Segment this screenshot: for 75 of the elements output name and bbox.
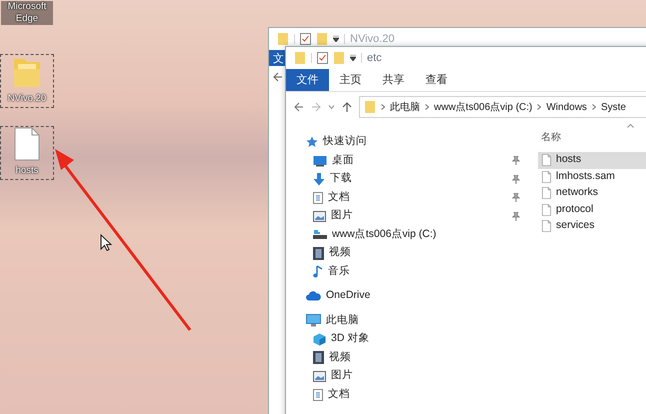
ribbon-tab[interactable]: 共享 (372, 69, 415, 91)
breadcrumb-item[interactable]: Syste (600, 100, 626, 114)
breadcrumb-item[interactable]: 此电脑 (390, 100, 420, 114)
folder-icon (294, 51, 306, 65)
folder-icon (277, 32, 289, 46)
file-row[interactable]: services (538, 218, 646, 234)
nav-item[interactable]: 图片 (331, 368, 353, 384)
file-icon (542, 154, 551, 166)
window-title: etc (367, 50, 382, 66)
picture-icon (313, 210, 326, 222)
film-icon (313, 246, 324, 260)
nav-item[interactable]: 此电脑 (326, 312, 359, 329)
nav-item[interactable]: 文档 (328, 386, 350, 403)
folder-icon (316, 32, 328, 46)
nav-item[interactable]: 3D 对象 (331, 331, 370, 348)
nav-item[interactable]: 图片 (331, 208, 353, 224)
folder-icon (333, 51, 345, 65)
cube-icon (313, 332, 326, 346)
ribbon-tab[interactable]: 文 (269, 50, 285, 66)
chevron-right-icon (381, 104, 385, 110)
nav-item[interactable]: www点ts006点vip (C:) (332, 226, 436, 243)
ribbon-tab[interactable]: 文件 (286, 69, 329, 91)
nav-item[interactable]: 文档 (328, 190, 350, 206)
file-icon (542, 170, 551, 183)
down-arrow-icon (313, 172, 325, 186)
back-arrow-icon[interactable] (273, 72, 283, 82)
checklist-icon[interactable] (300, 33, 311, 45)
back-arrow-icon[interactable] (294, 102, 304, 112)
document-icon (313, 388, 323, 401)
pin-icon[interactable] (512, 212, 520, 221)
pin-icon[interactable] (512, 193, 520, 202)
computer-icon (306, 314, 321, 328)
chevron-right-icon (537, 104, 542, 110)
nav-item[interactable]: 下载 (330, 171, 352, 188)
document-icon (313, 192, 323, 204)
picture-icon (313, 370, 326, 382)
pin-icon[interactable] (512, 174, 520, 184)
nav-item[interactable]: 视频 (329, 245, 351, 262)
nav-item[interactable]: OneDrive (326, 288, 370, 304)
ribbon-tab[interactable]: 主页 (329, 69, 372, 91)
nav-item[interactable]: 视频 (329, 350, 351, 366)
breadcrumb-item[interactable]: www点ts006点vip (C:) (434, 100, 532, 114)
checklist-icon[interactable] (317, 52, 328, 64)
file-icon (542, 220, 551, 232)
file-row[interactable]: hosts (538, 152, 646, 168)
dropdown-icon[interactable] (333, 36, 339, 42)
film-icon (313, 351, 324, 364)
nav-item[interactable]: 快速访问 (323, 134, 367, 150)
file-row[interactable]: networks (538, 185, 646, 202)
dropdown-icon[interactable] (350, 55, 356, 61)
file-row[interactable]: protocol (538, 202, 646, 218)
chevron-down-icon[interactable] (328, 104, 335, 110)
file-icon (542, 204, 551, 216)
ribbon-tab[interactable]: 查看 (415, 69, 458, 91)
nav-item[interactable]: 音乐 (328, 264, 350, 280)
music-note-icon (313, 265, 323, 278)
star-icon (306, 136, 318, 148)
folder-icon (364, 100, 376, 114)
file-icon (14, 127, 40, 161)
address-bar[interactable]: 此电脑 www点ts006点vip (C:) Windows Syste (359, 96, 646, 118)
file-row[interactable]: lmhosts.sam (538, 168, 646, 185)
chevron-right-icon (425, 104, 429, 110)
column-header[interactable]: 名称 (538, 130, 561, 144)
monitor-icon (313, 154, 327, 167)
cloud-icon (306, 291, 321, 302)
drive-icon (313, 229, 327, 240)
sort-caret-icon[interactable] (627, 124, 634, 128)
window-title: NVivo.20 (350, 32, 394, 47)
mouse-cursor-icon (100, 234, 112, 252)
nav-item[interactable]: 桌面 (332, 152, 354, 169)
file-icon (542, 187, 551, 200)
breadcrumb-item[interactable]: Windows (546, 100, 587, 114)
pin-icon[interactable] (512, 156, 520, 166)
chevron-right-icon (592, 104, 596, 110)
up-arrow-icon[interactable] (342, 102, 352, 112)
